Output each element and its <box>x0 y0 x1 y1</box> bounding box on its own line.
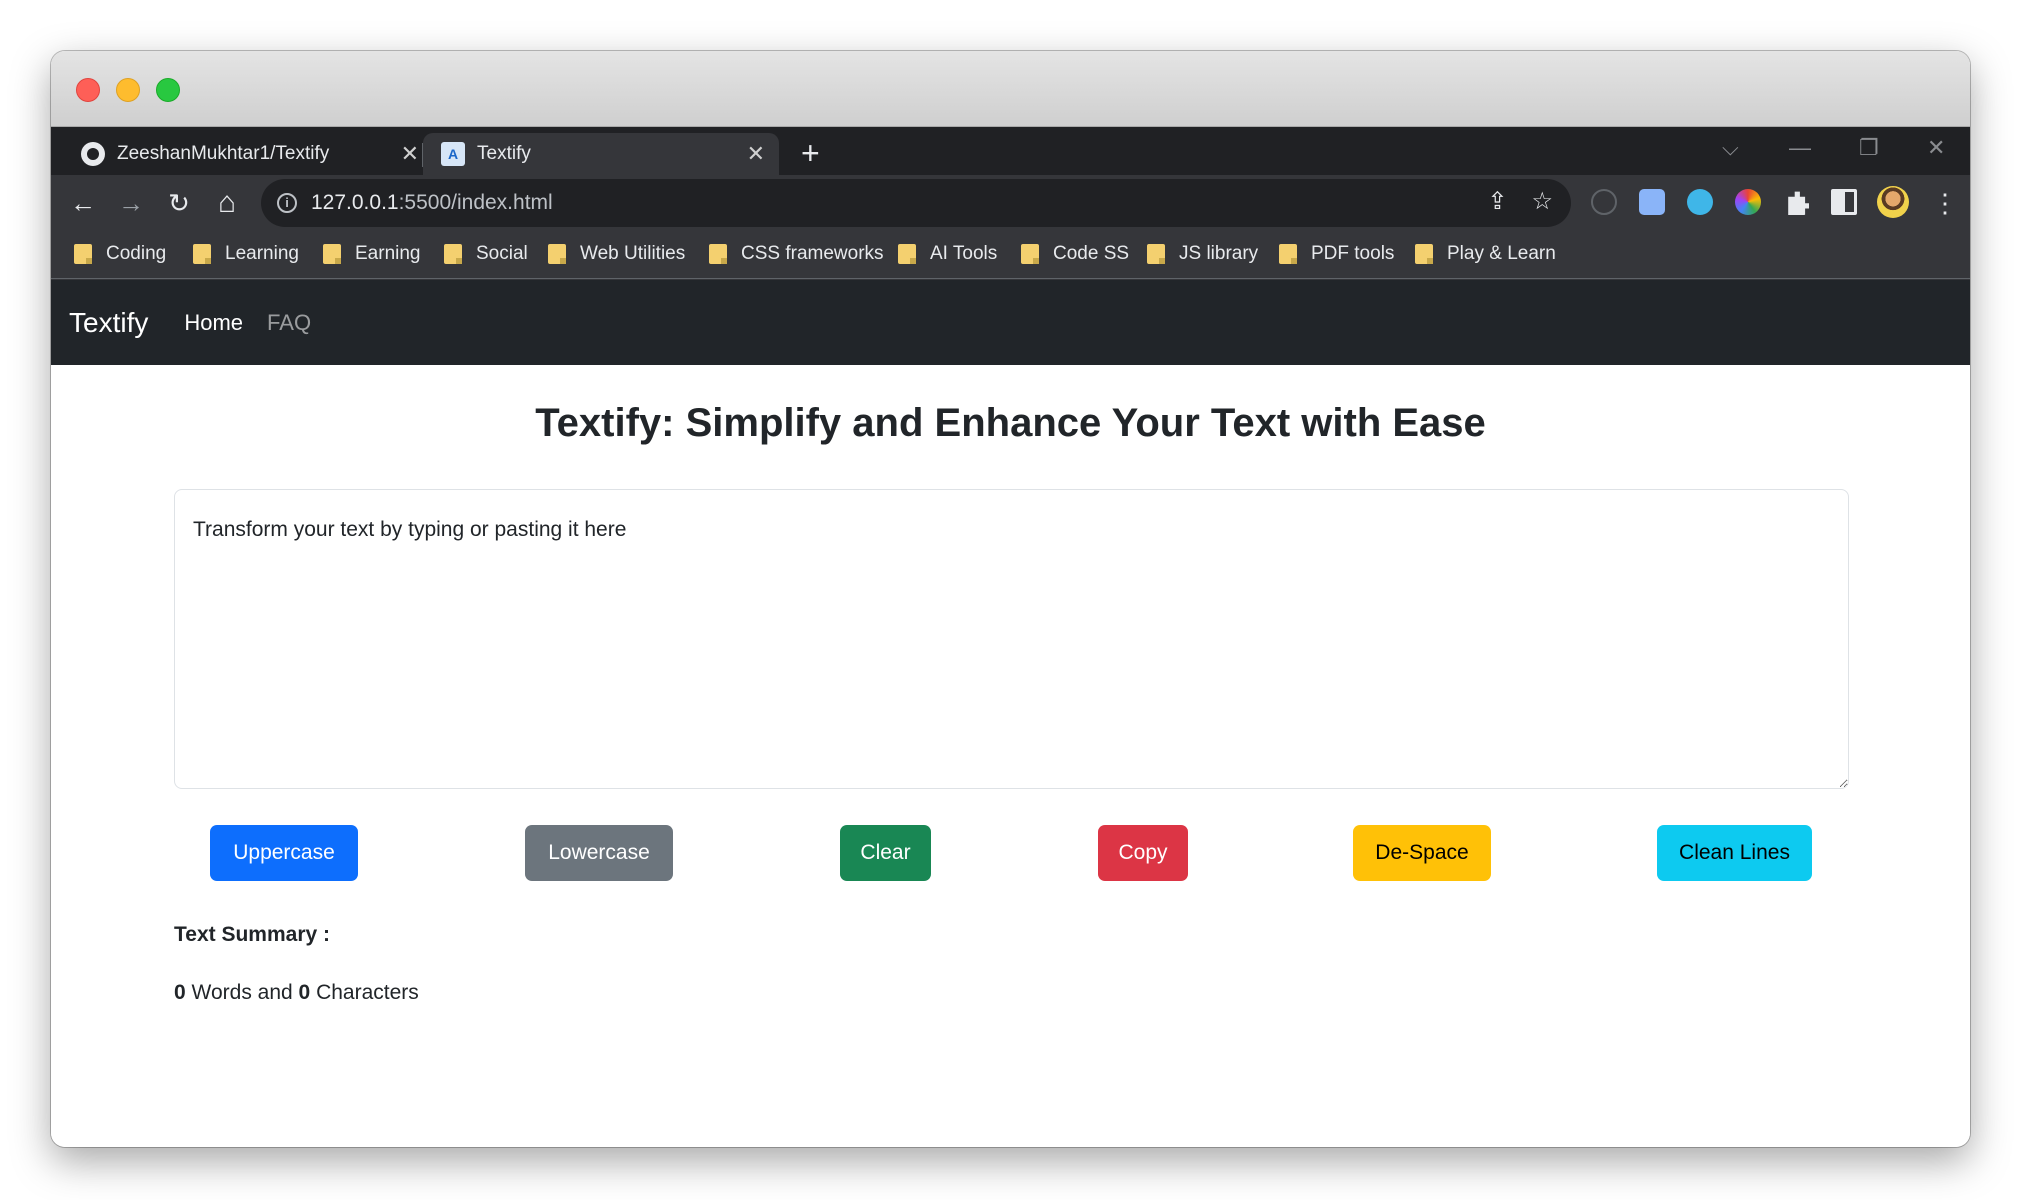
folder-icon <box>548 244 566 264</box>
text-input[interactable] <box>174 489 1849 789</box>
folder-icon <box>898 244 916 264</box>
folder-icon <box>1021 244 1039 264</box>
folder-icon <box>1415 244 1433 264</box>
clear-button[interactable]: Clear <box>840 825 931 881</box>
tab-strip: ZeeshanMukhtar1/Textify ✕ A Textify ✕ + … <box>51 127 1970 175</box>
tab-textify[interactable]: A Textify ✕ <box>423 133 779 175</box>
info-icon[interactable]: i <box>277 193 297 213</box>
forward-button[interactable]: → <box>113 185 149 221</box>
tab-search-icon[interactable]: ⌵ <box>1722 135 1739 161</box>
side-panel-icon[interactable] <box>1831 189 1857 215</box>
textify-favicon-icon: A <box>441 142 465 166</box>
avatar[interactable] <box>1877 186 1909 218</box>
bookmark-code-ss[interactable]: Code SS <box>1021 243 1129 265</box>
bookmark-js-library[interactable]: JS library <box>1147 243 1258 265</box>
docs-extension-icon[interactable] <box>1639 189 1665 215</box>
address-bar[interactable]: i 127.0.0.1:5500/index.html ⇪ ☆ <box>261 179 1571 227</box>
folder-icon <box>444 244 462 264</box>
extensions-puzzle-icon[interactable] <box>1788 191 1809 215</box>
uppercase-button[interactable]: Uppercase <box>210 825 358 881</box>
browser-chrome: ZeeshanMukhtar1/Textify ✕ A Textify ✕ + … <box>51 127 1970 365</box>
minimize-window-button[interactable] <box>116 78 140 102</box>
bookmark-learning[interactable]: Learning <box>193 243 299 265</box>
tab-github[interactable]: ZeeshanMukhtar1/Textify ✕ <box>63 133 433 175</box>
despace-button[interactable]: De-Space <box>1353 825 1491 881</box>
folder-icon <box>74 244 92 264</box>
close-tab-icon[interactable]: ✕ <box>401 141 419 167</box>
close-tab-icon[interactable]: ✕ <box>747 141 765 167</box>
close-window-button[interactable] <box>76 78 100 102</box>
bookmark-play-learn[interactable]: Play & Learn <box>1415 243 1556 265</box>
bookmark-css-frameworks[interactable]: CSS frameworks <box>709 243 884 265</box>
main-content: Textify: Simplify and Enhance Your Text … <box>51 365 1970 1147</box>
summary-line: 0 Words and 0 Characters <box>174 981 419 1005</box>
title-bar <box>51 51 1970 127</box>
bookmark-pdf-tools[interactable]: PDF tools <box>1279 243 1394 265</box>
folder-icon <box>1147 244 1165 264</box>
close-icon[interactable]: ✕ <box>1927 135 1945 161</box>
browser-toolbar: ← → ↻ ⌂ i 127.0.0.1:5500/index.html ⇪ ☆ … <box>51 175 1970 231</box>
words-label: Words and <box>191 981 293 1004</box>
lowercase-button[interactable]: Lowercase <box>525 825 673 881</box>
url-text[interactable]: 127.0.0.1:5500/index.html <box>311 191 553 215</box>
folder-icon <box>709 244 727 264</box>
bookmark-earning[interactable]: Earning <box>323 243 421 265</box>
nav-home[interactable]: Home <box>184 310 243 336</box>
star-icon[interactable]: ☆ <box>1531 187 1553 216</box>
color-picker-extension-icon[interactable] <box>1735 189 1761 215</box>
menu-icon[interactable]: ⋮ <box>1927 185 1963 221</box>
back-button[interactable]: ← <box>65 185 101 221</box>
page-title: Textify: Simplify and Enhance Your Text … <box>535 401 1486 445</box>
clean-lines-button[interactable]: Clean Lines <box>1657 825 1812 881</box>
browser-window: ZeeshanMukhtar1/Textify ✕ A Textify ✕ + … <box>51 51 1970 1147</box>
summary-title: Text Summary : <box>174 923 330 946</box>
bookmark-coding[interactable]: Coding <box>74 243 166 265</box>
char-count: 0 <box>298 981 311 1004</box>
nav-faq[interactable]: FAQ <box>267 310 311 336</box>
folder-icon <box>1279 244 1297 264</box>
chars-label: Characters <box>316 981 419 1004</box>
folder-icon <box>323 244 341 264</box>
recycle-extension-icon[interactable] <box>1591 189 1617 215</box>
navbar-brand[interactable]: Textify <box>69 307 148 339</box>
restore-icon[interactable]: ❐ <box>1859 135 1879 161</box>
reload-button[interactable]: ↻ <box>161 185 197 221</box>
folder-icon <box>193 244 211 264</box>
chat-extension-icon[interactable] <box>1687 189 1713 215</box>
word-count: 0 <box>174 981 186 1004</box>
bookmark-ai-tools[interactable]: AI Tools <box>898 243 997 265</box>
tab-title: ZeeshanMukhtar1/Textify <box>117 143 330 164</box>
zoom-window-button[interactable] <box>156 78 180 102</box>
github-icon <box>81 142 105 166</box>
copy-button[interactable]: Copy <box>1098 825 1188 881</box>
bookmark-web-utilities[interactable]: Web Utilities <box>548 243 685 265</box>
bookmarks-bar: Coding Learning Earning Social Web Utili… <box>51 231 1970 279</box>
new-tab-button[interactable]: + <box>801 133 820 173</box>
tab-title: Textify <box>477 143 531 164</box>
minimize-icon[interactable]: — <box>1789 135 1811 161</box>
share-icon[interactable]: ⇪ <box>1487 187 1507 216</box>
home-button[interactable]: ⌂ <box>209 185 245 221</box>
bookmark-social[interactable]: Social <box>444 243 528 265</box>
site-navbar: Textify Home FAQ <box>51 280 1970 365</box>
